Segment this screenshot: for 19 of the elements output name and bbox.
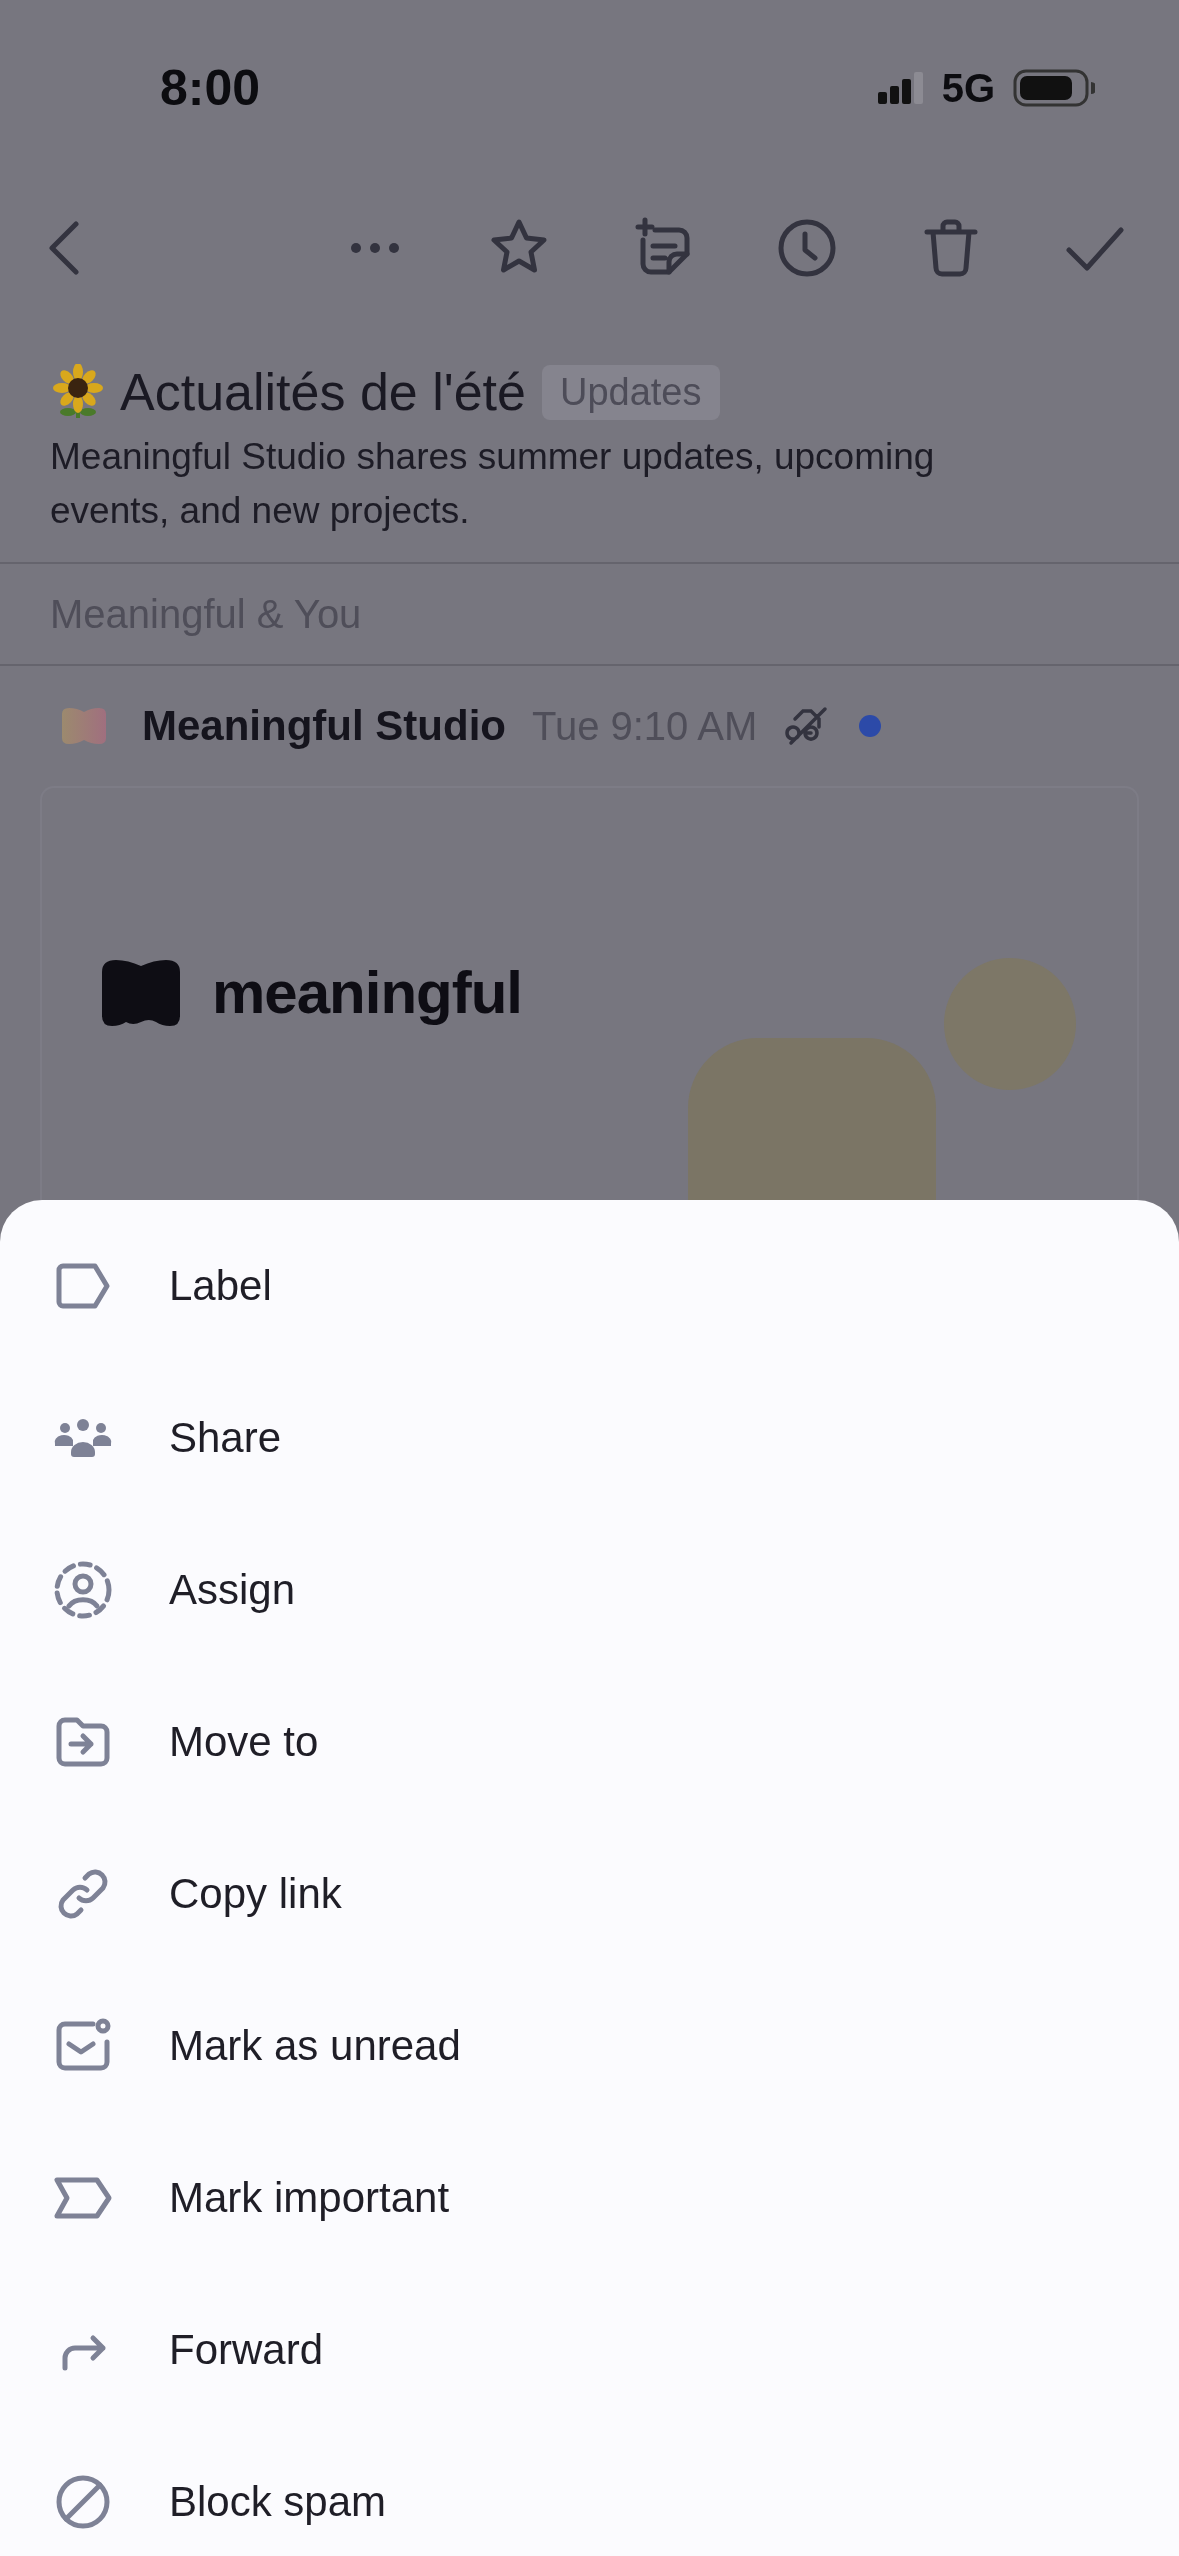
logo-wordmark: meaningful [212, 958, 522, 1027]
menu-item[interactable]: Mark important [0, 2122, 1179, 2274]
menu-item[interactable]: Forward [0, 2274, 1179, 2426]
menu-item[interactable]: Copy link [0, 1818, 1179, 1970]
menu-item[interactable]: Label [0, 1210, 1179, 1362]
battery-icon [1013, 68, 1095, 108]
menu-item[interactable]: Share [0, 1362, 1179, 1514]
sunflower-icon [50, 364, 106, 420]
menu-item[interactable]: Move to [0, 1666, 1179, 1818]
status-time: 8:00 [160, 59, 261, 117]
signal-icon [877, 72, 924, 104]
logo-mark-icon [102, 959, 180, 1026]
menu-item[interactable]: Mark as unread [0, 1970, 1179, 2122]
menu-item[interactable]: Block spam [0, 2426, 1179, 2556]
menu-item[interactable]: Assign [0, 1514, 1179, 1666]
sender-name: Meaningful Studio [142, 702, 506, 750]
network-label: 5G [941, 65, 995, 111]
thread-summary: Meaningful Studio shares summer updates, upcoming events, and new projects. [50, 435, 936, 533]
thread-title: Actualités de l'été [120, 362, 526, 422]
